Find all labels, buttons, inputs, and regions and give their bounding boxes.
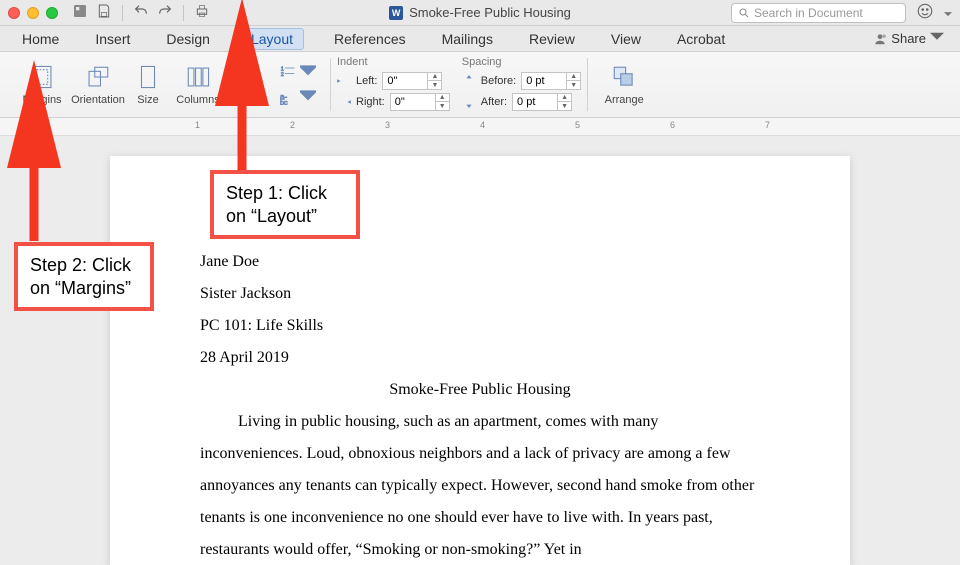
doc-author: Jane Doe [200,246,760,278]
separator [122,5,123,21]
columns-button[interactable]: Columns [170,55,226,115]
ruler-mark: 5 [575,120,580,130]
spacing-after-label: After: [481,96,507,108]
indent-right-label: Right: [356,96,385,108]
columns-icon [184,63,212,91]
share-icon [873,32,887,46]
margins-label: Margins [22,94,61,106]
indent-group: Indent Left: ▲▼ Right: ▲▼ [331,54,456,115]
margins-icon [28,63,56,91]
spacing-after-input[interactable]: ▲▼ [512,93,572,111]
doc-course: PC 101: Life Skills [200,310,760,342]
orientation-icon [84,63,112,91]
word-app-icon: W [389,6,403,20]
doc-instructor: Sister Jackson [200,278,760,310]
chevron-down-icon[interactable] [944,5,952,20]
indent-left-icon [337,75,351,87]
autosave-icon[interactable] [72,3,88,22]
ruler-mark: 7 [765,120,770,130]
size-icon [134,63,162,91]
save-icon[interactable] [96,3,112,22]
document-area[interactable]: Jane Doe Sister Jackson PC 101: Life Ski… [0,136,960,565]
tab-review[interactable]: Review [523,28,581,50]
size-button[interactable]: Size [126,55,170,115]
tab-mailings[interactable]: Mailings [436,28,499,50]
breaks-icon [236,63,264,91]
indent-left-label: Left: [356,75,377,87]
spacing-before-label: Before: [481,75,516,87]
spacing-before-icon [462,75,476,87]
tab-layout[interactable]: Layout [240,28,304,50]
ruler-mark: 6 [670,120,675,130]
doc-date: 28 April 2019 [200,342,760,374]
spacing-after-icon [462,96,476,108]
svg-text:bc: bc [280,98,288,105]
arrange-icon [610,63,638,91]
tab-home[interactable]: Home [16,28,65,50]
window-titlebar: W Smoke-Free Public Housing Search in Do… [0,0,960,26]
undo-icon[interactable] [133,3,149,22]
indent-left-input[interactable]: ▲▼ [382,72,442,90]
orientation-label: Orientation [71,94,125,106]
margins-button[interactable]: Margins [14,55,70,115]
search-placeholder: Search in Document [754,6,863,20]
ruler-mark: 4 [480,120,485,130]
tab-references[interactable]: References [328,28,412,50]
tab-view[interactable]: View [605,28,647,50]
page-setup-group: Margins Orientation Size Columns Breaks … [6,54,330,115]
breaks-label: Breaks [233,94,267,106]
columns-label: Columns [176,94,219,106]
ruler-mark: 2 [290,120,295,130]
ribbon-tabs: Home Insert Design Layout References Mai… [0,26,960,52]
quick-access-toolbar [72,3,210,22]
fullscreen-window-button[interactable] [46,7,58,19]
hyphenation-icon: a-bc [280,89,296,105]
minimize-window-button[interactable] [27,7,39,19]
doc-essay-title: Smoke-Free Public Housing [200,374,760,406]
ribbon-layout: Margins Orientation Size Columns Breaks … [0,52,960,118]
ruler-mark: 3 [385,120,390,130]
indent-title: Indent [337,56,450,68]
arrange-label: Arrange [605,94,644,106]
annotation-step2: Step 2: Click on “Margins” [14,242,154,311]
share-button[interactable]: Share [873,30,944,47]
tab-acrobat[interactable]: Acrobat [671,28,731,50]
indent-right-icon [337,96,351,108]
horizontal-ruler[interactable]: 1 2 3 4 5 6 7 [0,118,960,136]
share-label: Share [891,31,926,46]
hyphenation-button[interactable]: a-bc [280,88,316,107]
spacing-title: Spacing [462,56,581,68]
document-title-text: Smoke-Free Public Housing [409,5,571,20]
search-input[interactable]: Search in Document [731,3,906,23]
indent-right-input[interactable]: ▲▼ [390,93,450,111]
feedback-icon[interactable] [916,2,934,23]
print-icon[interactable] [194,3,210,22]
breaks-button[interactable]: Breaks [226,55,274,115]
doc-body-paragraph: Living in public housing, such as an apa… [200,406,760,565]
orientation-button[interactable]: Orientation [70,55,126,115]
tab-insert[interactable]: Insert [89,28,136,50]
close-window-button[interactable] [8,7,20,19]
separator [183,5,184,21]
annotation-step1: Step 1: Click on “Layout” [210,170,360,239]
spacing-before-input[interactable]: ▲▼ [521,72,581,90]
spacing-group: Spacing Before: ▲▼ After: ▲▼ [456,54,587,115]
line-numbers-icon: 12 [280,64,296,80]
window-controls [8,7,58,19]
ruler-mark: 1 [195,120,200,130]
search-icon [738,7,750,19]
line-numbers-button[interactable]: 12 [280,63,316,82]
size-label: Size [137,94,158,106]
tab-design[interactable]: Design [160,28,216,50]
redo-icon[interactable] [157,3,173,22]
arrange-button[interactable]: Arrange [596,55,652,115]
svg-text:2: 2 [281,72,284,78]
